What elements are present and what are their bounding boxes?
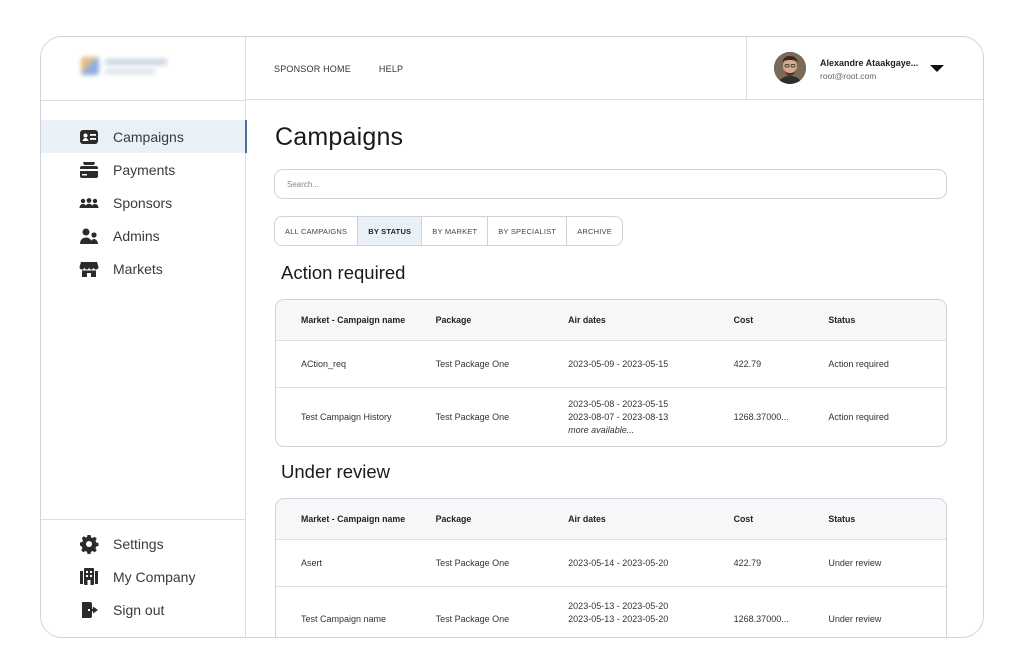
- tab-by-specialist[interactable]: BY SPECIALIST: [488, 217, 568, 245]
- main-content: Campaigns ALL CAMPAIGNS BY STATUS BY MAR…: [246, 100, 983, 637]
- column-header: Cost: [733, 514, 754, 524]
- building-icon: [79, 567, 99, 587]
- user-name: Alexandre Ataakgaye...: [820, 58, 919, 68]
- payments-icon: [79, 160, 99, 180]
- sidebar-item-label: My Company: [113, 568, 196, 585]
- cost: 1268.37000...: [733, 412, 789, 422]
- package: Test Package One: [435, 558, 510, 568]
- id-card-icon: [79, 127, 99, 147]
- top-nav: SPONSOR HOME HELP: [274, 64, 403, 74]
- sidebar-item-campaigns[interactable]: Campaigns: [41, 120, 247, 153]
- user-menu[interactable]: Alexandre Ataakgaye... root@root.com: [746, 37, 983, 100]
- status: Action required: [828, 359, 889, 369]
- campaign-name: Asert: [301, 558, 323, 568]
- admins-icon: [79, 226, 99, 246]
- air-date-range: 2023-05-13 - 2023-05-20: [568, 614, 669, 624]
- avatar[interactable]: [774, 52, 806, 84]
- divider: [41, 519, 245, 520]
- column-header: Market - Campaign name: [301, 514, 406, 524]
- sidebar-item-label: Campaigns: [113, 128, 184, 145]
- sidebar-item-sponsors[interactable]: Sponsors: [41, 186, 246, 219]
- column-header: Package: [435, 315, 472, 325]
- sidebar-item-my-company[interactable]: My Company: [41, 560, 246, 593]
- air-dates: 2023-05-08 - 2023-05-15 2023-08-07 - 202…: [568, 398, 733, 437]
- air-date-range: 2023-08-07 - 2023-08-13: [568, 411, 669, 422]
- section-title-action-required: Action required: [281, 262, 406, 283]
- tab-by-status[interactable]: BY STATUS: [358, 217, 423, 245]
- status: Under review: [828, 614, 882, 624]
- column-header: Package: [435, 514, 472, 524]
- campaign-name: Test Campaign History: [301, 412, 392, 422]
- campaigns-table: Market - Campaign name Package Air dates…: [275, 299, 947, 447]
- company-logo[interactable]: [77, 51, 177, 85]
- table-header: Market - Campaign name Package Air dates…: [276, 499, 946, 539]
- sidebar-item-settings[interactable]: Settings: [41, 527, 246, 560]
- cost: 422.79: [733, 359, 762, 369]
- sponsor-home-link[interactable]: SPONSOR HOME: [274, 64, 351, 74]
- column-header: Status: [828, 315, 856, 325]
- air-date-range: 2023-05-13 - 2023-05-20: [568, 601, 669, 611]
- sidebar-item-admins[interactable]: Admins: [41, 219, 246, 252]
- column-header: Market - Campaign name: [301, 315, 406, 325]
- gear-icon: [79, 534, 99, 554]
- table-header: Market - Campaign name Package Air dates…: [276, 300, 946, 340]
- store-icon: [79, 259, 99, 279]
- chevron-down-icon[interactable]: [930, 65, 944, 72]
- column-header: Air dates: [568, 513, 606, 524]
- section-title-under-review: Under review: [281, 461, 390, 482]
- table-row[interactable]: Asert Test Package One 2023-05-14 - 2023…: [276, 539, 946, 586]
- package: Test Package One: [435, 412, 510, 422]
- sidebar-item-payments[interactable]: Payments: [41, 153, 246, 186]
- sidebar-item-label: Sponsors: [113, 194, 173, 211]
- table-row[interactable]: Test Campaign name Test Package One 2023…: [276, 586, 946, 637]
- sidebar-item-markets[interactable]: Markets: [41, 252, 246, 285]
- package: Test Package One: [435, 359, 510, 369]
- table-row[interactable]: Test Campaign History Test Package One 2…: [276, 387, 946, 446]
- sidebar-nav: Campaigns Payments Sponsors Admins Marke…: [41, 120, 247, 285]
- air-dates: 2023-05-13 - 2023-05-20 2023-05-13 - 202…: [568, 600, 733, 626]
- air-date-range: 2023-05-09 - 2023-05-15: [568, 358, 669, 369]
- tab-by-market[interactable]: BY MARKET: [422, 217, 489, 245]
- air-dates: 2023-05-14 - 2023-05-20: [568, 557, 733, 570]
- sidebar-item-label: Settings: [113, 535, 164, 552]
- campaigns-table: Market - Campaign name Package Air dates…: [275, 498, 947, 637]
- user-email: root@root.com: [820, 71, 877, 81]
- sign-out-icon: [79, 600, 99, 620]
- air-date-range: 2023-05-14 - 2023-05-20: [568, 557, 669, 568]
- search-input[interactable]: [274, 169, 947, 199]
- sidebar-item-label: Markets: [113, 260, 163, 277]
- top-bar: SPONSOR HOME HELP Alexandre Ataakgaye...…: [246, 37, 983, 100]
- campaign-name: ACtion_req: [301, 359, 347, 369]
- sidebar-item-label: Admins: [113, 227, 160, 244]
- sidebar: Campaigns Payments Sponsors Admins Marke…: [41, 37, 247, 637]
- package: Test Package One: [435, 614, 510, 624]
- table-row[interactable]: ACtion_req Test Package One 2023-05-09 -…: [276, 340, 946, 387]
- sidebar-item-label: Payments: [113, 161, 176, 178]
- tab-archive[interactable]: ARCHIVE: [567, 217, 622, 245]
- campaign-name: Test Campaign name: [301, 614, 387, 624]
- air-dates: 2023-05-09 - 2023-05-15: [568, 358, 733, 371]
- column-header: Status: [828, 514, 856, 524]
- cost: 1268.37000...: [733, 614, 789, 624]
- status: Action required: [828, 412, 889, 422]
- tab-bar: ALL CAMPAIGNS BY STATUS BY MARKET BY SPE…: [274, 216, 623, 246]
- status: Under review: [828, 558, 882, 568]
- air-date-range: 2023-05-08 - 2023-05-15: [568, 398, 669, 409]
- help-link[interactable]: HELP: [379, 64, 403, 74]
- page-title: Campaigns: [275, 123, 404, 151]
- more-available-link[interactable]: more available...: [568, 424, 733, 437]
- sidebar-item-sign-out[interactable]: Sign out: [41, 593, 246, 626]
- users-group-icon: [79, 193, 99, 213]
- column-header: Air dates: [568, 314, 606, 325]
- app-window: Campaigns Payments Sponsors Admins Marke…: [40, 36, 984, 638]
- sidebar-item-label: Sign out: [113, 601, 165, 618]
- divider: [41, 100, 245, 101]
- column-header: Cost: [733, 315, 754, 325]
- sidebar-bottom-nav: Settings My Company Sign out: [41, 527, 246, 626]
- cost: 422.79: [733, 558, 762, 568]
- tab-all-campaigns[interactable]: ALL CAMPAIGNS: [275, 217, 359, 245]
